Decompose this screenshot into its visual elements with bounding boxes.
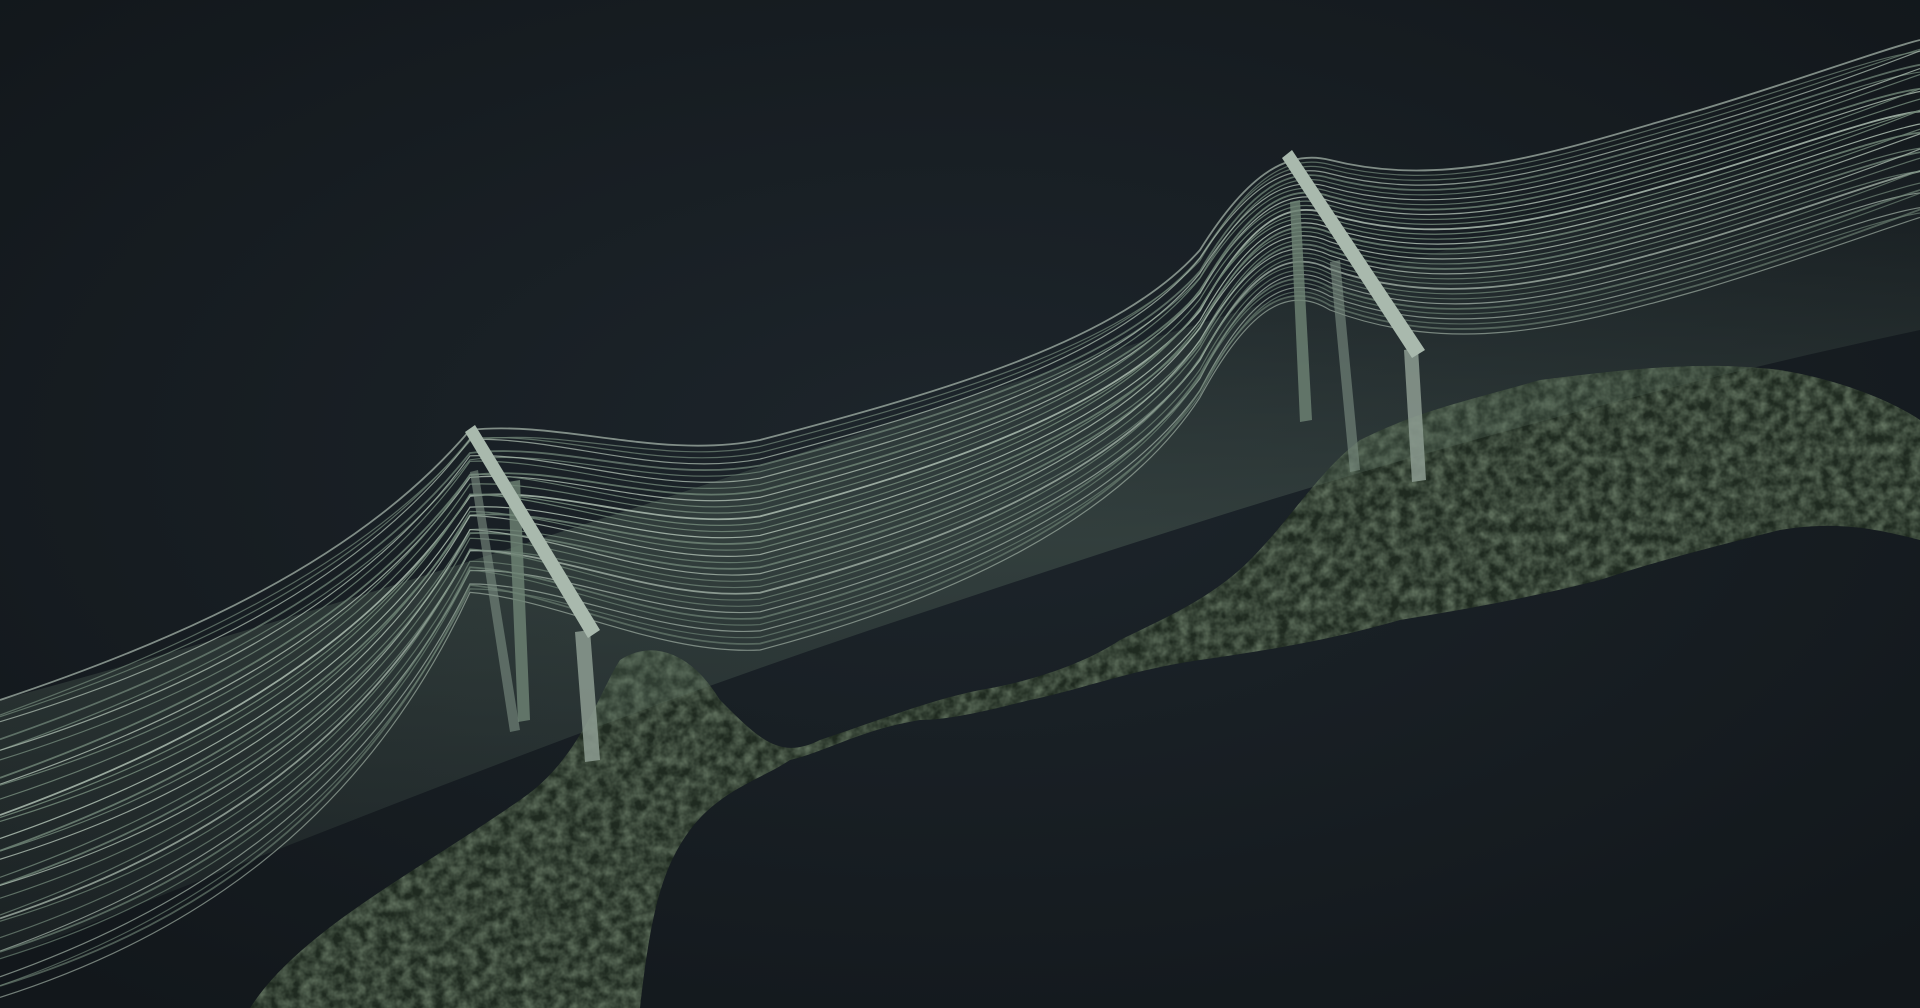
bridge-scene <box>0 0 1920 1008</box>
